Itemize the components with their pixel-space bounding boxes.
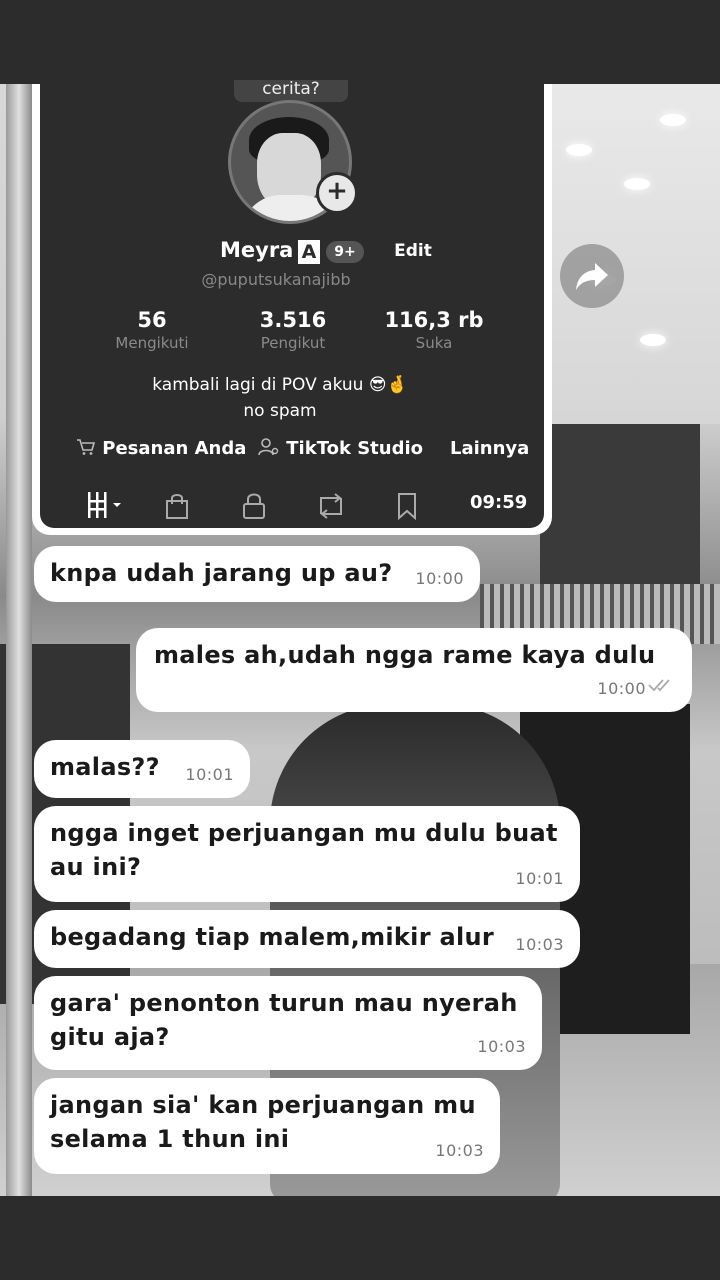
- cart-icon: [77, 439, 96, 455]
- profile-screenshot: cerita? + Meyra A 9+ Edit @puputsukanaji…: [40, 80, 544, 528]
- double-check-icon: [648, 670, 674, 704]
- top-black-bar: [0, 0, 720, 84]
- shopping-bag-icon[interactable]: [164, 492, 190, 524]
- person-settings-icon: [258, 438, 279, 456]
- studio-link-label: TikTok Studio: [286, 438, 423, 459]
- message-text: begadang tiap malem,mikir alur: [50, 923, 495, 951]
- ceiling-light: [566, 144, 592, 156]
- mirror-edge: [6, 84, 32, 1196]
- chat-bubble-incoming[interactable]: knpa udah jarang up au? 10:00: [34, 546, 480, 602]
- ceiling-light: [660, 114, 686, 126]
- profile-tab-bar: [40, 488, 544, 524]
- stat-followers[interactable]: 3.516 Pengikut: [238, 308, 348, 352]
- stat-label: Suka: [415, 334, 453, 352]
- orders-link-label: Pesanan Anda: [102, 438, 247, 459]
- chat-bubble-incoming[interactable]: begadang tiap malem,mikir alur 10:03: [34, 910, 580, 968]
- share-arrow-icon[interactable]: [560, 244, 624, 308]
- bookmark-icon[interactable]: [396, 492, 418, 524]
- message-time: 10:03: [435, 1141, 484, 1160]
- stat-value: 116,3 rb: [384, 308, 484, 332]
- chat-bubble-incoming[interactable]: malas?? 10:01: [34, 740, 250, 798]
- ceiling-light: [640, 334, 666, 346]
- message-time: 10:00: [415, 569, 464, 588]
- stat-value: 3.516: [259, 308, 327, 332]
- message-text: gara' penonton turun mau nyerah gitu aja…: [50, 989, 518, 1051]
- repost-icon[interactable]: [316, 492, 346, 524]
- chat-bubble-incoming[interactable]: ngga inget perjuangan mu dulu buat au in…: [34, 806, 580, 902]
- message-text: males ah,udah ngga rame kaya dulu: [154, 641, 656, 669]
- name-row: Meyra A 9+ Edit: [40, 236, 544, 270]
- bottom-black-bar: [0, 1196, 720, 1280]
- stat-label: Mengikuti: [115, 334, 189, 352]
- edit-button[interactable]: Edit: [384, 236, 442, 266]
- bio-line: no spam: [243, 401, 317, 421]
- message-time: 10:01: [185, 765, 234, 784]
- grid-menu-icon[interactable]: [86, 492, 126, 522]
- chat-bubble-incoming[interactable]: gara' penonton turun mau nyerah gitu aja…: [34, 976, 542, 1070]
- profile-bio: kambali lagi di POV akuu 😎🤞 no spam: [28, 372, 532, 424]
- notification-badge[interactable]: 9+: [326, 241, 364, 263]
- message-text: ngga inget perjuangan mu dulu buat au in…: [50, 819, 558, 881]
- profile-links: Pesanan Anda TikTok Studio Lainnya: [40, 438, 544, 468]
- studio-link[interactable]: TikTok Studio: [258, 438, 423, 459]
- stat-value: 56: [137, 308, 167, 332]
- message-time: 10:03: [515, 935, 564, 954]
- chat-bubble-outgoing[interactable]: males ah,udah ngga rame kaya dulu 10:00: [136, 628, 692, 712]
- add-story-plus-icon[interactable]: +: [316, 172, 358, 214]
- message-time: 10:03: [477, 1037, 526, 1056]
- stat-label: Pengikut: [260, 334, 326, 352]
- ceiling-light: [624, 178, 650, 190]
- orders-link[interactable]: Pesanan Anda: [76, 438, 246, 459]
- message-time: 10:01: [515, 869, 564, 888]
- status-clock: 09:59: [470, 492, 528, 513]
- name-badge: A: [298, 240, 320, 264]
- more-link[interactable]: Lainnya: [450, 438, 529, 459]
- message-text: jangan sia' kan perjuangan mu selama 1 t…: [50, 1091, 476, 1153]
- message-text: knpa udah jarang up au?: [50, 559, 393, 587]
- bio-line: kambali lagi di POV akuu 😎🤞: [152, 375, 408, 395]
- lock-icon[interactable]: [242, 492, 266, 524]
- profile-handle: @puputsukanajibb: [201, 270, 351, 289]
- story-tag: cerita?: [234, 80, 348, 102]
- stat-following[interactable]: 56 Mengikuti: [104, 308, 200, 352]
- message-time: 10:00: [597, 679, 646, 698]
- stat-likes[interactable]: 116,3 rb Suka: [374, 308, 494, 352]
- chat-bubble-incoming[interactable]: jangan sia' kan perjuangan mu selama 1 t…: [34, 1078, 500, 1174]
- profile-name: Meyra: [220, 238, 294, 262]
